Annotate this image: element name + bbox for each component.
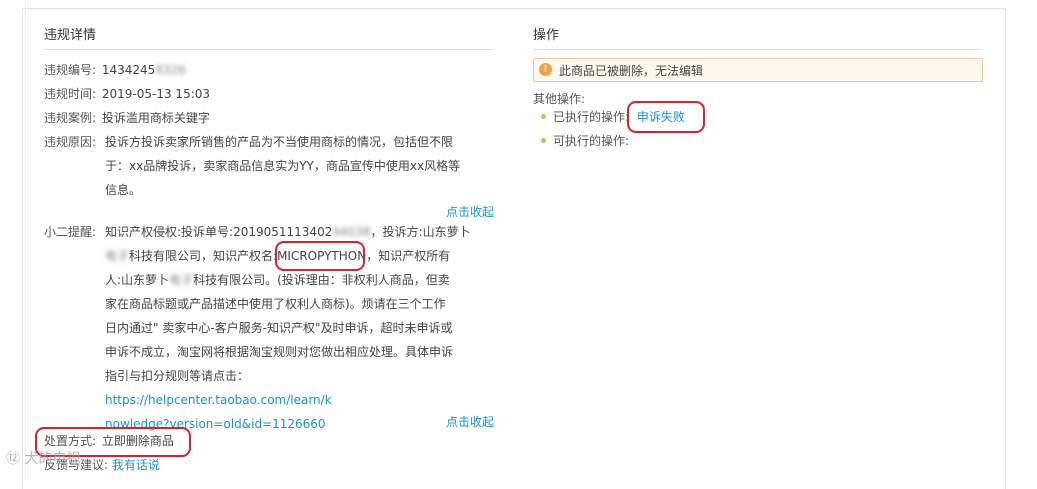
annotation-ring-appeal xyxy=(627,101,705,133)
tip-company-masked-2: 电子 xyxy=(169,273,194,287)
violation-time-value: 2019-05-13 15:03 xyxy=(101,87,211,101)
tip-line-7-text: 指引与扣分规则等请点击： xyxy=(105,369,250,383)
violation-time-row: 违规时间: 2019-05-13 15:03 xyxy=(44,82,210,106)
executed-ops-label: 已执行的操作: xyxy=(553,110,630,124)
tip-line-6: 申诉不成立，淘宝网将根据淘宝规则对您做出相应处理。具体申诉 xyxy=(105,345,454,359)
tip-line-4: 家在商品标题或产品描述中使用了权利人商标)。烦请在三个工作 xyxy=(105,297,446,311)
violation-number-masked: 8326 xyxy=(155,63,186,77)
bullet-icon xyxy=(541,114,546,119)
tip-line-3: 人:山东萝卜电子科技有限公司。(投诉理由：非权利人商品，但卖 xyxy=(105,268,475,292)
operations-title: 操作 xyxy=(533,24,982,50)
violation-reason-text: 投诉方投诉卖家所销售的产品为不当使用商标的情况，包括但不限 于：xx品牌投诉，卖… xyxy=(105,130,475,202)
violation-number-label: 违规编号: xyxy=(44,63,97,77)
violation-case-row: 违规案例: 投诉滥用商标关键字 xyxy=(44,106,210,130)
tip-line-3-text: 人:山东萝卜 xyxy=(105,273,170,287)
violation-number-row: 违规编号: 14342458326 xyxy=(44,58,186,82)
reason-line-2: 于：xx品牌投诉，卖家商品信息实为YY，商品宣传中使用xx风格等 xyxy=(105,159,461,173)
reason-line-3: 信息。 xyxy=(105,183,142,197)
warning-text: 此商品已被删除，无法编辑 xyxy=(559,64,704,78)
violation-time-label: 违规时间: xyxy=(44,87,97,101)
tip-line-2-text: 科技有限公司，知识产权名: xyxy=(129,249,278,263)
deleted-warning: ! 此商品已被删除，无法编辑 xyxy=(533,58,983,82)
feedback-link[interactable]: 我有话说 xyxy=(112,458,160,472)
reason-line-1: 投诉方投诉卖家所销售的产品为不当使用商标的情况，包括但不限 xyxy=(105,135,454,149)
tip-line-5: 日内通过" 卖家中心-客户服务-知识产权"及时申诉，超时未申诉或 xyxy=(105,321,453,335)
tip-line-1-text-b: ，投诉方:山东萝卜 xyxy=(370,225,471,239)
violation-number-value: 1434245 xyxy=(101,63,156,77)
violation-case-value: 投诉滥用商标关键字 xyxy=(101,111,210,125)
violation-case-label: 违规案例: xyxy=(44,111,97,125)
tip-line-1-text: 知识产权侵权:投诉单号:2019051113402 xyxy=(105,225,333,239)
tip-line-3-text-b: 科技有限公司。(投诉理由：非权利人商品，但卖 xyxy=(193,273,450,287)
tip-line-2-text-b: ，知识产权所有 xyxy=(366,249,451,263)
watermark: ⑫ 犬的电视 xyxy=(6,451,81,467)
tip-label: 小二提醒: xyxy=(44,225,97,239)
collapse-reason-link[interactable]: 点击收起 xyxy=(446,203,494,220)
warning-icon: ! xyxy=(539,63,552,76)
bullet-icon xyxy=(541,138,546,143)
violation-reason-label: 违规原因: xyxy=(44,135,97,149)
other-ops-label: 其他操作: xyxy=(533,92,586,106)
executable-ops-label: 可执行的操作: xyxy=(553,134,630,148)
tip-company-masked: 电子 xyxy=(105,249,130,263)
tip-line-7: 指引与扣分规则等请点击： https://helpcenter.taobao.co… xyxy=(105,364,475,412)
help-center-link[interactable]: https://helpcenter.taobao.com/learn/k xyxy=(105,393,332,407)
collapse-tip-link[interactable]: 点击收起 xyxy=(446,413,494,430)
violation-details-title: 违规详情 xyxy=(44,24,493,50)
annotation-ring-ip-name xyxy=(275,241,365,271)
